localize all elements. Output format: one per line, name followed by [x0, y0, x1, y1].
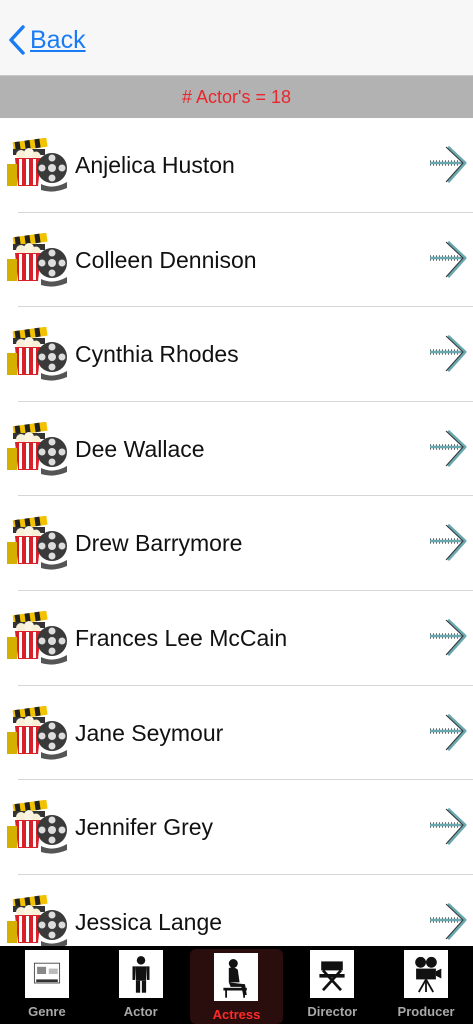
movie-popcorn-icon [5, 232, 69, 287]
tab-director[interactable]: Director [285, 946, 379, 1024]
arrow-right-icon[interactable] [430, 428, 468, 470]
arrow-right-icon[interactable] [430, 712, 468, 754]
actress-name: Jessica Lange [75, 908, 223, 935]
actress-name: Dee Wallace [75, 435, 205, 462]
movie-popcorn-icon [5, 137, 69, 192]
tab-label: Producer [397, 1004, 455, 1019]
movie-popcorn-icon [5, 894, 69, 946]
movie-popcorn-icon [5, 326, 69, 381]
tab-producer[interactable]: Producer [379, 946, 473, 1024]
actor-icon [118, 950, 163, 998]
arrow-right-icon[interactable] [430, 239, 468, 281]
movie-popcorn-icon [5, 799, 69, 854]
list-item[interactable]: Jessica Lange [0, 875, 473, 946]
arrow-right-icon[interactable] [430, 333, 468, 375]
movie-camera-icon [404, 950, 449, 998]
actress-name: Jane Seymour [75, 719, 224, 746]
director-chair-icon [310, 950, 355, 998]
tab-label: Director [307, 1004, 358, 1019]
list-item[interactable]: Cynthia Rhodes [0, 307, 473, 402]
actress-icon [214, 953, 259, 1001]
arrow-right-icon[interactable] [430, 522, 468, 564]
count-header: # Actor's = 18 [0, 76, 473, 118]
tab-actor[interactable]: Actor [94, 946, 188, 1024]
list-item[interactable]: Drew Barrymore [0, 496, 473, 591]
chevron-left-icon [9, 25, 25, 55]
back-button[interactable]: Back [8, 22, 86, 58]
list-item[interactable]: Jennifer Grey [0, 780, 473, 875]
movie-popcorn-icon [5, 610, 69, 665]
movie-popcorn-icon [5, 705, 69, 760]
actress-list[interactable]: Anjelica Huston Colleen Dennison Cynthia… [0, 118, 473, 946]
list-item[interactable]: Frances Lee McCain [0, 591, 473, 686]
navigation-bar: Back [0, 0, 473, 76]
actress-name: Colleen Dennison [75, 246, 257, 273]
list-item[interactable]: Dee Wallace [0, 402, 473, 497]
list-item[interactable]: Anjelica Huston [0, 118, 473, 213]
tab-actress[interactable]: Actress [189, 949, 284, 1024]
back-label: Back [30, 25, 86, 54]
tab-bar: Genre Actor Actress Director Producer [0, 946, 473, 1024]
arrow-right-icon[interactable] [430, 144, 468, 186]
tab-label: Actor [123, 1004, 158, 1019]
tab-label: Actress [212, 1007, 261, 1022]
movie-popcorn-icon [5, 516, 69, 570]
actress-name: Jennifer Grey [75, 814, 214, 841]
actress-name: Drew Barrymore [75, 530, 243, 557]
actress-count: # Actor's = 18 [181, 86, 291, 107]
movie-popcorn-icon [5, 421, 69, 476]
actress-name: Cynthia Rhodes [75, 341, 239, 368]
arrow-right-icon[interactable] [430, 806, 468, 848]
actress-name: Anjelica Huston [75, 152, 235, 178]
tab-label: Genre [28, 1004, 66, 1019]
list-item[interactable]: Colleen Dennison [0, 213, 473, 308]
list-item[interactable]: Jane Seymour [0, 686, 473, 781]
arrow-right-icon[interactable] [430, 617, 468, 659]
genre-icon [24, 950, 69, 998]
tab-genre[interactable]: Genre [0, 946, 94, 1024]
arrow-right-icon[interactable] [430, 901, 468, 943]
actress-name: Frances Lee McCain [75, 624, 288, 651]
